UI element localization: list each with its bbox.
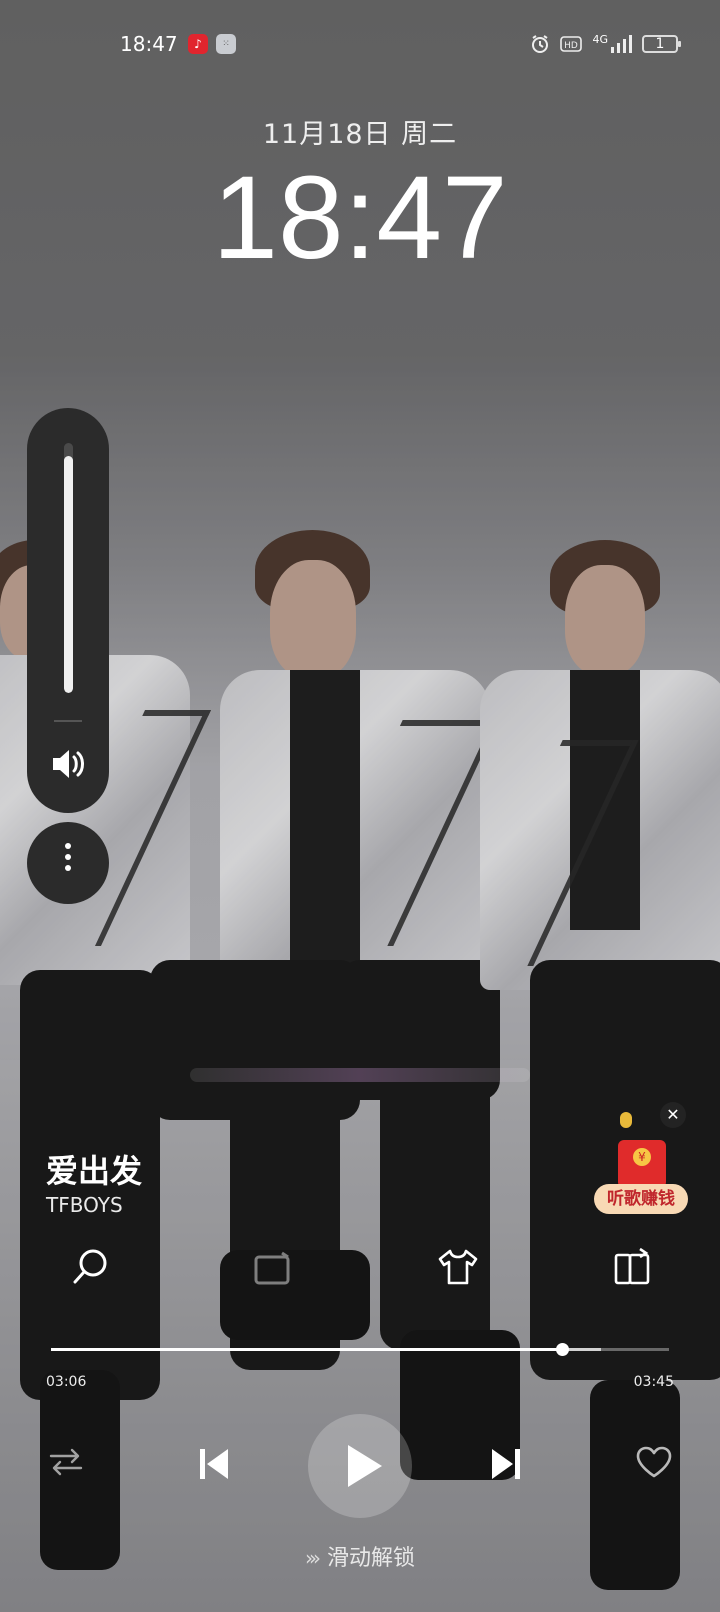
volume-divider (54, 720, 82, 722)
search-icon (73, 1249, 107, 1284)
close-ad-button[interactable]: ✕ (660, 1102, 686, 1128)
live-icon (254, 1251, 290, 1285)
volume-more-button[interactable] (27, 822, 109, 904)
playback-progress[interactable] (51, 1343, 669, 1356)
volume-slider-fill (64, 455, 73, 693)
signal-icon (611, 35, 632, 53)
volume-panel (27, 408, 109, 813)
lyric-line-blur (190, 1068, 530, 1082)
shuffle-button[interactable] (48, 1444, 84, 1484)
svg-text:HD: HD (565, 41, 579, 51)
progress-knob[interactable] (556, 1343, 570, 1356)
next-button[interactable] (488, 1446, 524, 1486)
lockscreen-date: 11月18日 周二 (262, 119, 458, 150)
status-time: 18:47 (120, 32, 178, 56)
song-title: 爱出发 (46, 1152, 143, 1190)
shuffle-icon (49, 1448, 83, 1476)
search-button[interactable] (68, 1245, 118, 1295)
speaker-icon[interactable] (47, 746, 91, 786)
play-button[interactable] (308, 1414, 412, 1518)
alarm-icon (532, 35, 549, 53)
heart-icon (636, 1446, 672, 1478)
previous-icon (200, 1449, 228, 1479)
status-bar: 18:47 ♪ ⁙ HD 4G 1 (0, 0, 720, 90)
battery-icon: 1 (642, 35, 681, 53)
skin-button[interactable] (436, 1245, 486, 1295)
song-artist: TFBOYS (46, 1193, 123, 1217)
hd-icon: HD (560, 36, 583, 52)
notification-app-icon: ⁙ (216, 34, 236, 54)
coin-icon (620, 1112, 632, 1128)
play-icon (348, 1445, 382, 1487)
status-indicators: HD 4G 1 (530, 32, 681, 54)
tshirt-icon (438, 1249, 478, 1285)
previous-button[interactable] (196, 1446, 232, 1486)
battery-level: 1 (655, 36, 665, 52)
unlock-label: 滑动解锁 (326, 1546, 415, 1571)
more-vertical-icon (65, 843, 71, 871)
network-type: 4G (592, 32, 608, 46)
total-time: 03:45 (633, 1374, 674, 1390)
playback-controls (0, 1414, 720, 1518)
earn-money-label: 听歌赚钱 (594, 1184, 688, 1214)
next-icon (492, 1449, 520, 1479)
earn-money-ad[interactable]: 听歌赚钱 (594, 1140, 690, 1218)
player-tools (0, 1245, 720, 1305)
like-button[interactable] (634, 1444, 674, 1484)
current-time: 03:06 (46, 1374, 87, 1390)
lyric-poster-button[interactable] (612, 1245, 662, 1295)
played-bar (51, 1348, 563, 1351)
music-app-icon: ♪ (188, 34, 208, 54)
live-button[interactable] (252, 1245, 302, 1295)
lockscreen-clock: 18:47 (212, 152, 508, 284)
chevrons-right-icon: ››› (304, 1546, 321, 1570)
volume-slider[interactable] (64, 443, 73, 693)
slide-to-unlock[interactable]: ››› 滑动解锁 (0, 1540, 720, 1572)
lyric-poster-icon (614, 1247, 650, 1285)
red-packet-icon (618, 1140, 666, 1188)
